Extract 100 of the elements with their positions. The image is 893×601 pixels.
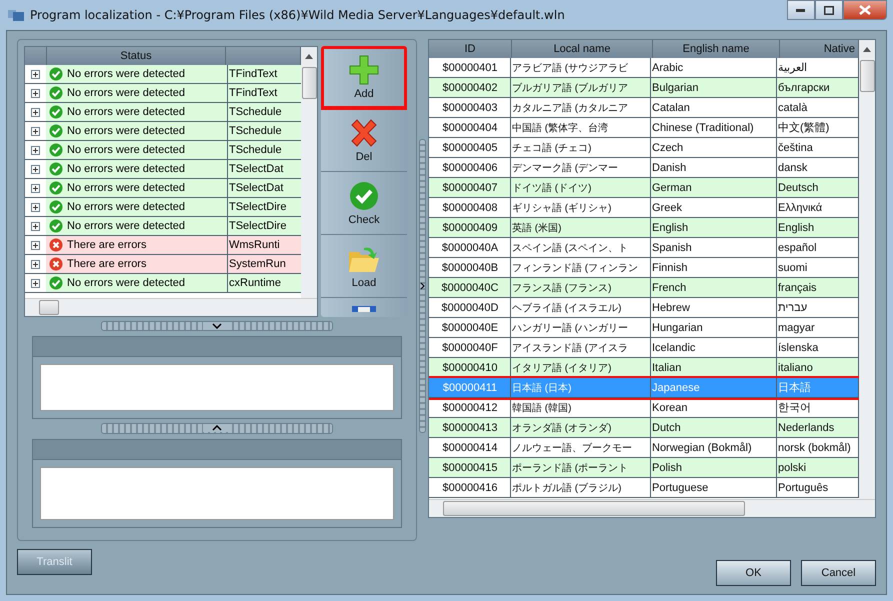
check-icon [49, 276, 63, 290]
expand-icon[interactable] [31, 88, 40, 98]
scrollbar[interactable] [301, 65, 317, 298]
table-cell: TSelectDire [228, 217, 301, 235]
table-cell: No errors were detected [46, 179, 228, 197]
scrollbar[interactable] [859, 58, 875, 499]
minimize-button[interactable] [787, 0, 815, 20]
table-row[interactable]: $00000404 中国語 (繁体字、台湾 Chinese (Traditional) 中文(繁體) [429, 118, 859, 138]
check-icon [49, 86, 63, 100]
table-cell: TFindText [228, 84, 301, 102]
table-cell: TSelectDire [228, 198, 301, 216]
table-row[interactable]: $00000405 チェコ語 (チェコ) Czech čeština [429, 138, 859, 158]
table-row[interactable]: $00000409 英語 (米国) English English [429, 218, 859, 238]
table-row[interactable]: $00000416 ポルトガル語 (ブラジル) Portuguese Português [429, 478, 859, 498]
table-row[interactable]: $00000407 ドイツ語 (ドイツ) German Deutsch [429, 178, 859, 198]
table-cell: TSchedule [228, 141, 301, 159]
table-cell: There are errors [46, 255, 228, 273]
table-cell: No errors were detected [46, 84, 228, 102]
splitter-handle[interactable] [419, 139, 426, 433]
error-icon [49, 238, 63, 252]
table-cell: No errors were detected [46, 122, 228, 140]
close-icon [859, 5, 871, 15]
error-icon [49, 257, 63, 271]
check-icon [349, 180, 379, 210]
up-arrow-icon [305, 54, 313, 58]
check-icon [49, 143, 63, 157]
check-icon [49, 67, 63, 81]
scroll-up-button[interactable] [301, 47, 317, 65]
table-cell: TSchedule [228, 103, 301, 121]
table-cell: No errors were detected [46, 141, 228, 159]
expand-icon[interactable] [31, 240, 40, 250]
text-area[interactable] [40, 466, 394, 520]
table-row[interactable]: $0000040F アイスランド語 (アイスラ Icelandic íslenska [429, 338, 859, 358]
table-row[interactable]: $00000415 ポーランド語 (ポーラント Polish polski [429, 458, 859, 478]
table-cell: $00000411 [429, 378, 511, 398]
check-icon [49, 162, 63, 176]
toolbar-button[interactable]: Load [321, 235, 407, 298]
horizontal-scrollbar[interactable] [429, 499, 875, 517]
expand-icon[interactable] [31, 70, 40, 78]
table-cell: No errors were detected [46, 217, 228, 235]
expand-icon[interactable] [31, 108, 40, 116]
maximize-icon [824, 6, 834, 14]
table-row[interactable]: $00000408 ギリシャ語 (ギリシャ) Greek Ελληνικά [429, 198, 859, 218]
check-icon [49, 181, 63, 195]
toolbar-button[interactable]: Check [321, 172, 407, 235]
table-cell: Portuguese [651, 478, 777, 498]
table-cell: ポルトガル語 (ブラジル) [511, 478, 651, 498]
table-cell: Japanese [651, 378, 777, 398]
table-cell: No errors were detected [46, 160, 228, 178]
table-cell: TSchedule [228, 122, 301, 140]
table-row[interactable]: $0000040C フランス語 (フランス) French français [429, 278, 859, 298]
table-row[interactable]: $0000040A スペイン語 (スペイン、ト Spanish español [429, 238, 859, 258]
expand-icon[interactable] [31, 260, 40, 268]
text-area[interactable] [40, 364, 394, 412]
cancel-button[interactable]: Cancel [801, 560, 876, 586]
plus-icon [349, 54, 379, 84]
expand-icon[interactable] [31, 126, 40, 136]
table-row[interactable]: $00000412 韓国語 (韓国) Korean 한국어 [429, 398, 859, 418]
table-row[interactable]: $00000402 ブルガリア語 (ブルガリア Bulgarian български [429, 78, 859, 98]
expand-icon[interactable] [31, 278, 40, 288]
table-cell: There are errors [46, 236, 228, 254]
horizontal-scrollbar[interactable] [25, 298, 317, 316]
table-row[interactable]: $0000040E ハンガリー語 (ハンガリー Hungarian magyar [429, 318, 859, 338]
table-row[interactable]: $00000410 イタリア語 (イタリア) Italian italiano [429, 358, 859, 378]
table-row[interactable]: $00000403 カタルニア語 (カタルニア Catalan català [429, 98, 859, 118]
expand-icon[interactable] [31, 184, 40, 192]
ok-button[interactable]: OK [716, 560, 791, 586]
window-title: Program localization - C:¥Program Files (x86)¥Wild Media Server¥Languages¥default.wln [30, 8, 565, 22]
table-cell: cxRuntime [228, 274, 301, 292]
table-row[interactable]: $00000414 ノルウェー語、ブークモー Norwegian (Bokmål) norsk (bokmål) [429, 438, 859, 458]
check-icon [49, 124, 63, 138]
splitter-handle[interactable] [101, 321, 333, 332]
check-icon [49, 219, 63, 233]
expand-icon[interactable] [31, 146, 40, 154]
toolbar-button[interactable]: Add [321, 46, 407, 109]
toolbar-button[interactable]: Del [321, 109, 407, 172]
table-row[interactable]: $00000406 デンマーク語 (デンマー Danish dansk [429, 158, 859, 178]
table-cell: TFindText [228, 65, 301, 83]
table-cell: TSelectDat [228, 179, 301, 197]
up-arrow-icon [863, 46, 871, 52]
table-row[interactable]: $0000040B フィンランド語 (フィンラン Finnish suomi [429, 258, 859, 278]
table-cell: No errors were detected [46, 198, 228, 216]
splitter-handle[interactable] [101, 423, 333, 434]
table-cell: No errors were detected [46, 65, 228, 83]
expand-icon[interactable] [31, 202, 40, 212]
table-cell: No errors were detected [46, 103, 228, 121]
close-button[interactable] [843, 0, 887, 20]
table-cell: $00000416 [429, 478, 511, 498]
expand-icon[interactable] [31, 222, 40, 230]
table-cell: No errors were detected [46, 274, 228, 292]
table-cell: TSelectDat [228, 160, 301, 178]
check-icon [49, 200, 63, 214]
scroll-up-button[interactable] [859, 40, 875, 58]
check-icon [49, 105, 63, 119]
app-icon [8, 8, 24, 22]
table-cell: SystemRun [228, 255, 301, 273]
expand-icon[interactable] [31, 164, 40, 174]
table-row[interactable]: $00000413 オランダ語 (オランダ) Dutch Nederlands [429, 418, 859, 438]
minimize-icon [796, 8, 806, 12]
maximize-button[interactable] [815, 0, 843, 20]
